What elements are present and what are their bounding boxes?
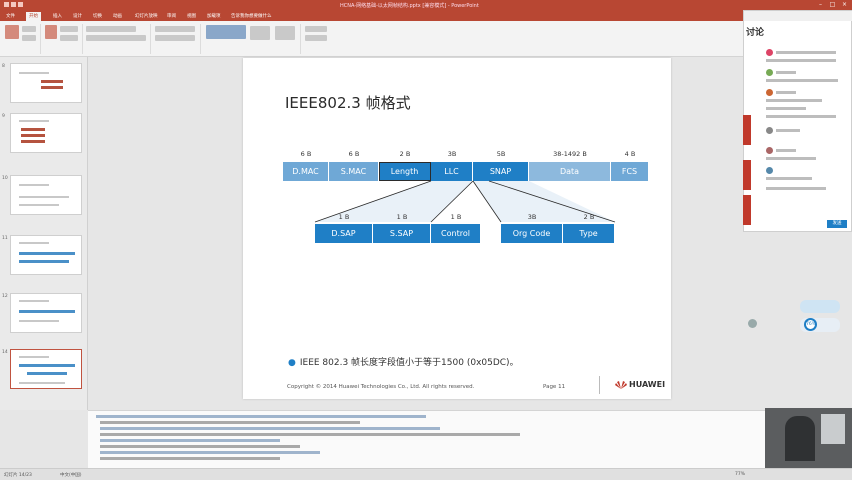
- reset-button[interactable]: [60, 35, 78, 41]
- shapes-gallery[interactable]: [206, 25, 246, 39]
- avatar: [766, 127, 773, 134]
- slide-thumbnail[interactable]: 10: [2, 175, 82, 215]
- slide-thumbnail[interactable]: 8: [2, 63, 82, 103]
- arrange-button[interactable]: [250, 26, 270, 40]
- slide-thumbnail[interactable]: 9: [2, 113, 82, 153]
- layout-button[interactable]: [60, 26, 78, 32]
- copy-button[interactable]: [22, 35, 36, 41]
- avatar: [766, 167, 773, 174]
- copyright-text: Copyright © 2014 Huawei Technologies Co.…: [287, 384, 475, 390]
- chat-header: [744, 11, 852, 21]
- cut-button[interactable]: [22, 26, 36, 32]
- language-indicator[interactable]: 中文(中国): [60, 472, 82, 478]
- size-label: 3B: [527, 213, 537, 221]
- title-bar: HCNA-网络基础-以太网帧结构.pptx [兼容模式] - PowerPoin…: [0, 0, 852, 11]
- slide-thumbnail[interactable]: 12: [2, 293, 82, 333]
- quick-access-toolbar[interactable]: [4, 2, 34, 8]
- webcam-video: [765, 408, 852, 468]
- footer-divider: [599, 376, 600, 394]
- find-button[interactable]: [305, 26, 327, 32]
- avatar: [766, 49, 773, 56]
- presenter-figure: [785, 416, 815, 461]
- huawei-flower-icon: [615, 380, 627, 389]
- size-label: 2 B: [583, 213, 595, 221]
- floating-button[interactable]: [800, 300, 840, 313]
- avatar: [766, 147, 773, 154]
- field-type[interactable]: Type: [563, 224, 615, 243]
- size-label: 1 B: [338, 213, 350, 221]
- tab-file[interactable]: 文件: [3, 12, 18, 21]
- ribbon: [0, 21, 852, 57]
- tell-me-search[interactable]: 告诉我你想要做什么: [228, 12, 275, 21]
- tab-animations[interactable]: 动画: [110, 12, 125, 21]
- slide[interactable]: IEEE802.3 帧格式 6 B 6 B 2 B 3B 5B 38-1492 …: [243, 58, 671, 399]
- size-label: 1 B: [450, 213, 462, 221]
- zoom-level[interactable]: 77%: [735, 472, 745, 477]
- side-tab[interactable]: [743, 195, 751, 225]
- toggle-icon[interactable]: [748, 319, 757, 328]
- window-title: HCNA-网络基础-以太网帧结构.pptx [兼容模式] - PowerPoin…: [340, 3, 479, 9]
- tab-design[interactable]: 设计: [70, 12, 85, 21]
- tab-slideshow[interactable]: 幻灯片放映: [132, 12, 161, 21]
- tab-addins[interactable]: 加载项: [204, 12, 224, 21]
- field-control[interactable]: Control: [431, 224, 481, 243]
- close-icon[interactable]: ×: [840, 1, 849, 9]
- font-family-select[interactable]: [86, 26, 136, 32]
- font-format-buttons[interactable]: [86, 35, 146, 41]
- tab-transitions[interactable]: 切换: [90, 12, 105, 21]
- field-ssap[interactable]: S.SAP: [373, 224, 431, 243]
- slide-thumbnail[interactable]: 11: [2, 235, 82, 275]
- replace-button[interactable]: [305, 35, 327, 41]
- send-button[interactable]: 发送: [827, 220, 847, 228]
- chat-title: 讨论: [746, 28, 765, 38]
- status-bar: 幻灯片 14/23 中文(中国) 77%: [0, 468, 852, 480]
- avatar: [766, 69, 773, 76]
- minimize-icon[interactable]: –: [816, 1, 825, 9]
- side-tab[interactable]: [743, 115, 751, 145]
- bullet-text[interactable]: ● IEEE 802.3 帧长度字段值小于等于1500 (0x05DC)。: [288, 355, 519, 368]
- tab-review[interactable]: 审阅: [164, 12, 179, 21]
- progress-circle: 76%: [804, 318, 817, 331]
- slide-thumbnail-selected[interactable]: 14: [2, 349, 82, 389]
- notes-pane[interactable]: [88, 410, 852, 468]
- new-slide-icon[interactable]: [45, 25, 57, 39]
- paste-icon[interactable]: [5, 25, 19, 39]
- slide-counter: 幻灯片 14/23: [4, 473, 32, 478]
- bullet-icon: ●: [288, 358, 296, 368]
- window-in-video: [821, 414, 845, 444]
- size-label: 1 B: [396, 213, 408, 221]
- tab-home[interactable]: 开始: [26, 12, 41, 21]
- maximize-icon[interactable]: □: [828, 1, 837, 9]
- page-number: Page 11: [543, 384, 566, 390]
- field-org-code[interactable]: Org Code: [501, 224, 563, 243]
- ribbon-tabs: 文件 开始 插入 设计 切换 动画 幻灯片放映 审阅 视图 加载项 告诉我你想要…: [0, 11, 852, 21]
- chat-panel: 讨论 发送: [743, 10, 852, 232]
- huawei-logo: HUAWEI: [615, 380, 665, 389]
- quick-styles-button[interactable]: [275, 26, 295, 40]
- align-buttons[interactable]: [155, 35, 195, 41]
- side-tab[interactable]: [743, 160, 751, 190]
- tab-insert[interactable]: 插入: [50, 12, 65, 21]
- paragraph-buttons[interactable]: [155, 26, 195, 32]
- avatar: [766, 89, 773, 96]
- slide-thumbnails-pane: 8 9 10 11 12 14: [0, 57, 88, 410]
- field-dsap[interactable]: D.SAP: [315, 224, 373, 243]
- tab-view[interactable]: 视图: [184, 12, 199, 21]
